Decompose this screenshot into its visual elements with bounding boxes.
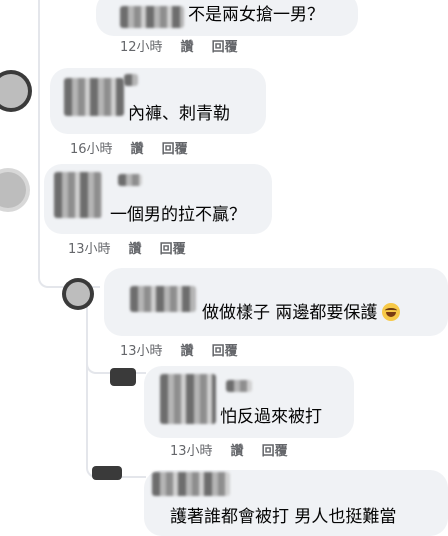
commenter-name[interactable]: [124, 74, 138, 86]
like-button[interactable]: 讚: [231, 444, 244, 459]
avatar[interactable]: [0, 168, 30, 212]
avatar[interactable]: [110, 368, 136, 386]
comment-text: 一個男的拉不贏？: [110, 205, 246, 225]
like-button[interactable]: 讚: [181, 40, 194, 55]
avatar[interactable]: [92, 466, 122, 480]
comment-meta: 12小時 讚 回覆: [120, 40, 238, 56]
comment-text: 不是兩女搶一男？: [188, 5, 324, 25]
commenter-name[interactable]: [160, 374, 216, 424]
comment-meta: 13小時 讚 回覆: [120, 344, 238, 360]
comment-time[interactable]: 12小時: [120, 40, 163, 55]
reply-button[interactable]: 回覆: [162, 142, 188, 157]
comment-time[interactable]: 13小時: [120, 344, 163, 359]
reply-button[interactable]: 回覆: [160, 242, 186, 257]
like-button[interactable]: 讚: [131, 142, 144, 157]
comment-meta: 13小時 讚 回覆: [68, 242, 186, 258]
comment-text: 護著誰都會被打 男人也挺難當: [170, 507, 397, 527]
comment-time[interactable]: 13小時: [68, 242, 111, 257]
comment-time[interactable]: 16小時: [70, 142, 113, 157]
comment-time[interactable]: 13小時: [170, 444, 213, 459]
reply-button[interactable]: 回覆: [212, 344, 238, 359]
reply-button[interactable]: 回覆: [262, 444, 288, 459]
comment-text-body: 做做樣子 兩邊都要保護: [202, 303, 378, 323]
reply-button[interactable]: 回覆: [212, 40, 238, 55]
laughing-emoji-icon: [382, 303, 401, 321]
commenter-name[interactable]: [64, 78, 124, 116]
comment-text: 怕反過來被打: [220, 407, 322, 427]
comment-meta: 13小時 讚 回覆: [170, 444, 288, 460]
commenter-name[interactable]: [120, 6, 184, 28]
commenter-name[interactable]: [130, 286, 196, 312]
commenter-name[interactable]: [118, 174, 142, 186]
like-button[interactable]: 讚: [129, 242, 142, 257]
comment-text: 內褲、刺青勒: [128, 104, 230, 124]
commenter-name[interactable]: [226, 380, 252, 392]
commenter-name[interactable]: [54, 172, 102, 218]
thread-line: [86, 300, 88, 460]
like-button[interactable]: 讚: [181, 344, 194, 359]
thread-line: [38, 0, 40, 260]
avatar[interactable]: [62, 278, 94, 310]
comment-meta: 16小時 讚 回覆: [70, 142, 188, 158]
commenter-name[interactable]: [152, 472, 230, 496]
comment-text: 做做樣子 兩邊都要保護: [202, 302, 401, 324]
avatar[interactable]: [0, 70, 32, 112]
